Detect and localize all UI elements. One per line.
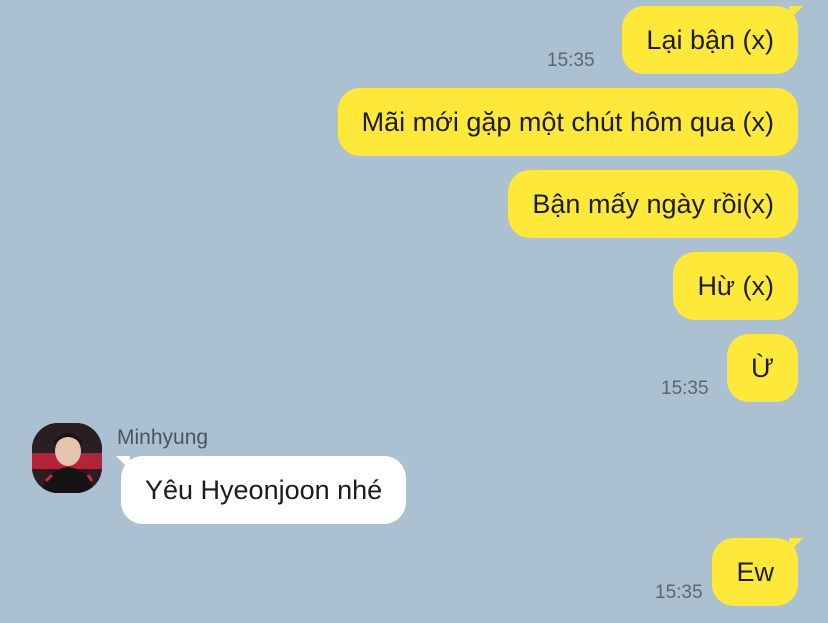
outgoing-message-bubble[interactable]: Ew	[712, 538, 803, 606]
message-text: Bận mấy ngày rồi(x)	[532, 189, 774, 219]
message-text: Mãi mới gặp một chút hôm qua (x)	[361, 107, 774, 137]
person-avatar-icon	[32, 423, 102, 493]
outgoing-message-bubble[interactable]: Ừ	[726, 334, 798, 402]
message-time: 15:35	[547, 50, 595, 71]
message-text: Lại bận (x)	[646, 25, 774, 55]
avatar[interactable]	[32, 423, 102, 493]
message-time: 15:35	[661, 378, 709, 399]
outgoing-message-bubble[interactable]: Mãi mới gặp một chút hôm qua (x)	[337, 88, 798, 156]
outgoing-message-bubble[interactable]: Lại bận (x)	[622, 6, 803, 74]
bubble-tail	[789, 538, 803, 552]
outgoing-message-bubble[interactable]: Hừ (x)	[673, 252, 798, 320]
chat-view: 15:35 Lại bận (x) Mãi mới gặp một chút h…	[0, 0, 828, 623]
bubble-tail	[789, 6, 803, 20]
bubble-tail	[116, 456, 130, 470]
message-text: Yêu Hyeonjoon nhé	[145, 475, 383, 505]
message-text: Ừ	[750, 353, 774, 383]
message-text: Ew	[736, 557, 774, 587]
outgoing-message-bubble[interactable]: Bận mấy ngày rồi(x)	[508, 170, 798, 238]
sender-name: Minhyung	[117, 426, 209, 449]
message-time: 15:35	[655, 582, 703, 603]
message-text: Hừ (x)	[697, 271, 774, 301]
incoming-message-bubble[interactable]: Yêu Hyeonjoon nhé	[116, 456, 407, 524]
